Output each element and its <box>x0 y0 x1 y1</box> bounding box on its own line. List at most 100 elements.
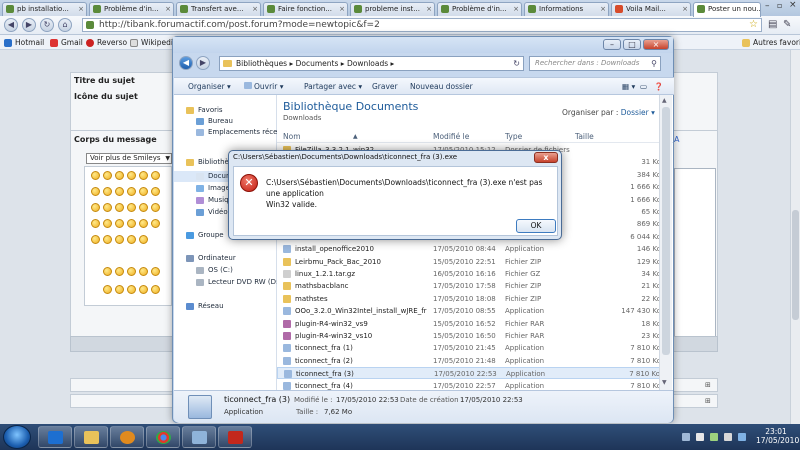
column-name[interactable]: Nom <box>283 131 301 143</box>
smiley-icon[interactable] <box>139 285 148 294</box>
help-icon[interactable]: ❓ <box>654 81 663 92</box>
smiley-icon[interactable] <box>103 171 112 180</box>
browser-tab[interactable]: Problème d'in... × <box>89 2 174 16</box>
smiley-icon[interactable] <box>139 203 148 212</box>
maximize-icon[interactable]: □ <box>623 39 641 50</box>
nav-item[interactable]: Ordinateur <box>174 253 277 264</box>
smiley-icon[interactable] <box>139 267 148 276</box>
smiley-icon[interactable] <box>139 235 148 244</box>
smiley-select[interactable]: Voir plus de Smileys ▼ <box>86 153 172 164</box>
window-minimize-icon[interactable]: – <box>765 1 770 11</box>
scroll-down-icon[interactable]: ▼ <box>662 379 667 386</box>
network-icon[interactable] <box>710 433 718 441</box>
scrollbar-thumb[interactable] <box>662 107 670 355</box>
refresh-icon[interactable]: ↻ <box>513 57 520 70</box>
smiley-icon[interactable] <box>115 219 124 228</box>
nav-item[interactable]: Lecteur DVD RW (D:) <box>174 277 277 288</box>
smiley-icon[interactable] <box>103 285 112 294</box>
close-icon[interactable]: × <box>682 3 688 15</box>
taskbar-app[interactable] <box>182 426 216 448</box>
url-bar[interactable]: http://tibank.forumactif.com/post.forum?… <box>82 18 762 32</box>
taskbar-app[interactable] <box>74 426 108 448</box>
smiley-icon[interactable] <box>139 187 148 196</box>
taskbar-app[interactable] <box>38 426 72 448</box>
file-row[interactable]: linux_1.2.1.tar.gz 16/05/2010 16:16 Fichie… <box>277 268 667 280</box>
open-button[interactable]: Ouvrir ▾ <box>244 81 284 92</box>
browser-tab-active[interactable]: Poster un nou... <box>693 2 761 17</box>
scroll-up-icon[interactable]: ▲ <box>662 97 667 104</box>
home-icon[interactable]: ⌂ <box>58 18 72 32</box>
file-row[interactable]: install_openoffice2010 17/05/2010 08:44 Ap… <box>277 243 667 255</box>
smiley-icon[interactable] <box>115 285 124 294</box>
bookmark-reverso[interactable]: Reverso <box>86 37 127 48</box>
file-row[interactable]: mathsbacblanc 17/05/2010 17:58 Fichier ZIP… <box>277 280 667 292</box>
smiley-icon[interactable] <box>151 187 160 196</box>
file-row[interactable]: Leirbmu_Pack_Bac_2010 15/05/2010 22:51 Fic… <box>277 256 667 268</box>
scrollbar-thumb[interactable] <box>792 210 799 320</box>
battery-icon[interactable] <box>738 433 746 441</box>
nav-item[interactable]: Emplacements récer <box>174 127 277 138</box>
close-icon[interactable]: × <box>600 3 606 15</box>
smiley-icon[interactable] <box>103 267 112 276</box>
smiley-icon[interactable] <box>127 203 136 212</box>
close-icon[interactable]: × <box>643 39 669 50</box>
explorer-search-input[interactable]: Rechercher dans : Downloads ⚲ <box>529 56 661 71</box>
burn-button[interactable]: Graver <box>372 81 398 92</box>
page-menu-icon[interactable]: ▤ <box>768 19 777 30</box>
arrange-by[interactable]: Organiser par : Dossier ▾ <box>562 108 655 117</box>
forward-arrow-icon[interactable]: ▶ <box>196 56 210 70</box>
file-row[interactable]: OOo_3.2.0_Win32Intel_install_wJRE_fr 17/0… <box>277 305 667 317</box>
file-list-scrollbar[interactable]: ▲ ▼ <box>659 95 672 390</box>
share-button[interactable]: Partager avec ▾ <box>304 81 362 92</box>
smiley-icon[interactable] <box>127 235 136 244</box>
taskbar-app[interactable] <box>218 426 252 448</box>
nav-item[interactable]: Favoris <box>174 105 277 116</box>
smiley-icon[interactable] <box>103 187 112 196</box>
file-row[interactable]: plugin-R4-win32_vs10 15/05/2010 16:50 Fich… <box>277 330 667 342</box>
ok-button[interactable]: OK <box>516 219 556 233</box>
expand-icon[interactable]: ⊞ <box>705 397 711 405</box>
dialog-close-button[interactable]: x <box>534 152 558 163</box>
smiley-icon[interactable] <box>127 285 136 294</box>
smiley-icon[interactable] <box>151 285 160 294</box>
smiley-icon[interactable] <box>151 203 160 212</box>
volume-icon[interactable] <box>724 433 732 441</box>
browser-tab[interactable]: Problème d'in... × <box>437 2 522 16</box>
close-icon[interactable]: × <box>513 3 519 15</box>
smiley-icon[interactable] <box>127 267 136 276</box>
back-arrow-icon[interactable]: ◀ <box>4 18 18 32</box>
browser-tab[interactable]: Transfert ave... × <box>176 2 261 16</box>
close-icon[interactable]: × <box>426 3 432 15</box>
editor-tool-icon[interactable]: A <box>674 135 684 145</box>
back-arrow-icon[interactable]: ◀ <box>179 56 193 70</box>
nav-item[interactable]: Bureau <box>174 116 277 127</box>
close-icon[interactable]: × <box>165 3 171 15</box>
smiley-icon[interactable] <box>103 235 112 244</box>
window-maximize-icon[interactable]: ▫ <box>777 1 782 10</box>
nav-item[interactable]: Réseau <box>174 301 277 312</box>
smiley-icon[interactable] <box>127 219 136 228</box>
preview-pane-icon[interactable]: ▭ <box>640 81 647 92</box>
browser-tab[interactable]: Informations × <box>524 2 609 16</box>
nav-item[interactable]: OS (C:) <box>174 265 277 276</box>
taskbar-app[interactable] <box>146 426 180 448</box>
file-row[interactable]: ticonnect_fra (1) 17/05/2010 21:45 Applica… <box>277 342 667 354</box>
smiley-icon[interactable] <box>151 219 160 228</box>
column-type[interactable]: Type <box>505 131 522 143</box>
bookmark-hotmail[interactable]: Hotmail <box>4 37 44 48</box>
smiley-icon[interactable] <box>103 219 112 228</box>
close-icon[interactable]: × <box>252 3 258 15</box>
browser-tab[interactable]: probleme inst... × <box>350 2 435 16</box>
smiley-icon[interactable] <box>91 235 100 244</box>
smiley-icon[interactable] <box>127 187 136 196</box>
file-row[interactable]: ticonnect_fra (2) 17/05/2010 21:48 Applica… <box>277 355 667 367</box>
smiley-icon[interactable] <box>91 203 100 212</box>
smiley-icon[interactable] <box>103 203 112 212</box>
smiley-icon[interactable] <box>115 267 124 276</box>
column-size[interactable]: Taille <box>575 131 594 143</box>
forward-arrow-icon[interactable]: ▶ <box>22 18 36 32</box>
settings-wrench-icon[interactable]: ✎ <box>783 19 791 30</box>
file-row[interactable]: ticonnect_fra (3) 17/05/2010 22:53 Applica… <box>277 367 667 380</box>
smiley-icon[interactable] <box>151 267 160 276</box>
smiley-icon[interactable] <box>139 219 148 228</box>
